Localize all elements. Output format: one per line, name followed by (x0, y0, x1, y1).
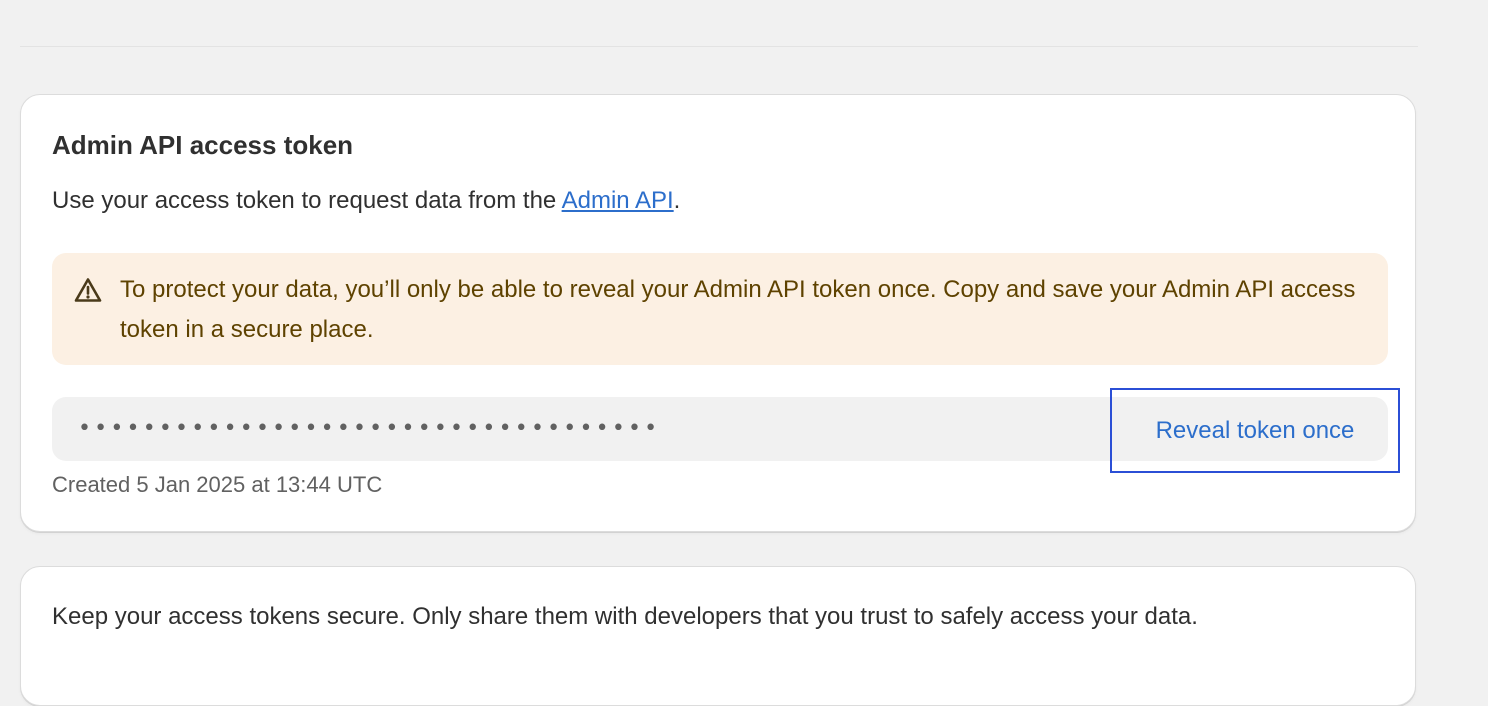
top-divider (20, 46, 1418, 47)
warning-triangle-icon (74, 278, 102, 302)
card-title: Admin API access token (52, 130, 354, 160)
admin-api-token-card: Admin API access token Use your access t… (20, 94, 1416, 532)
description-suffix: . (673, 187, 681, 214)
warning-banner: To protect your data, you’ll only be abl… (52, 253, 1388, 365)
warning-banner-text: To protect your data, you’ll only be abl… (120, 276, 1356, 343)
token-security-card: Keep your access tokens secure. Only sha… (20, 566, 1416, 706)
security-notice: Keep your access tokens secure. Only sha… (52, 603, 1198, 630)
masked-token: •••••••••••••••••••••••••••••••••••• (78, 416, 661, 441)
created-timestamp: Created 5 Jan 2025 at 13:44 UTC (52, 472, 383, 497)
admin-api-link[interactable]: Admin API (562, 187, 674, 214)
card-description: Use your access token to request data fr… (52, 185, 680, 217)
reveal-token-button[interactable]: Reveal token once (1110, 388, 1400, 473)
description-prefix: Use your access token to request data fr… (52, 187, 562, 214)
